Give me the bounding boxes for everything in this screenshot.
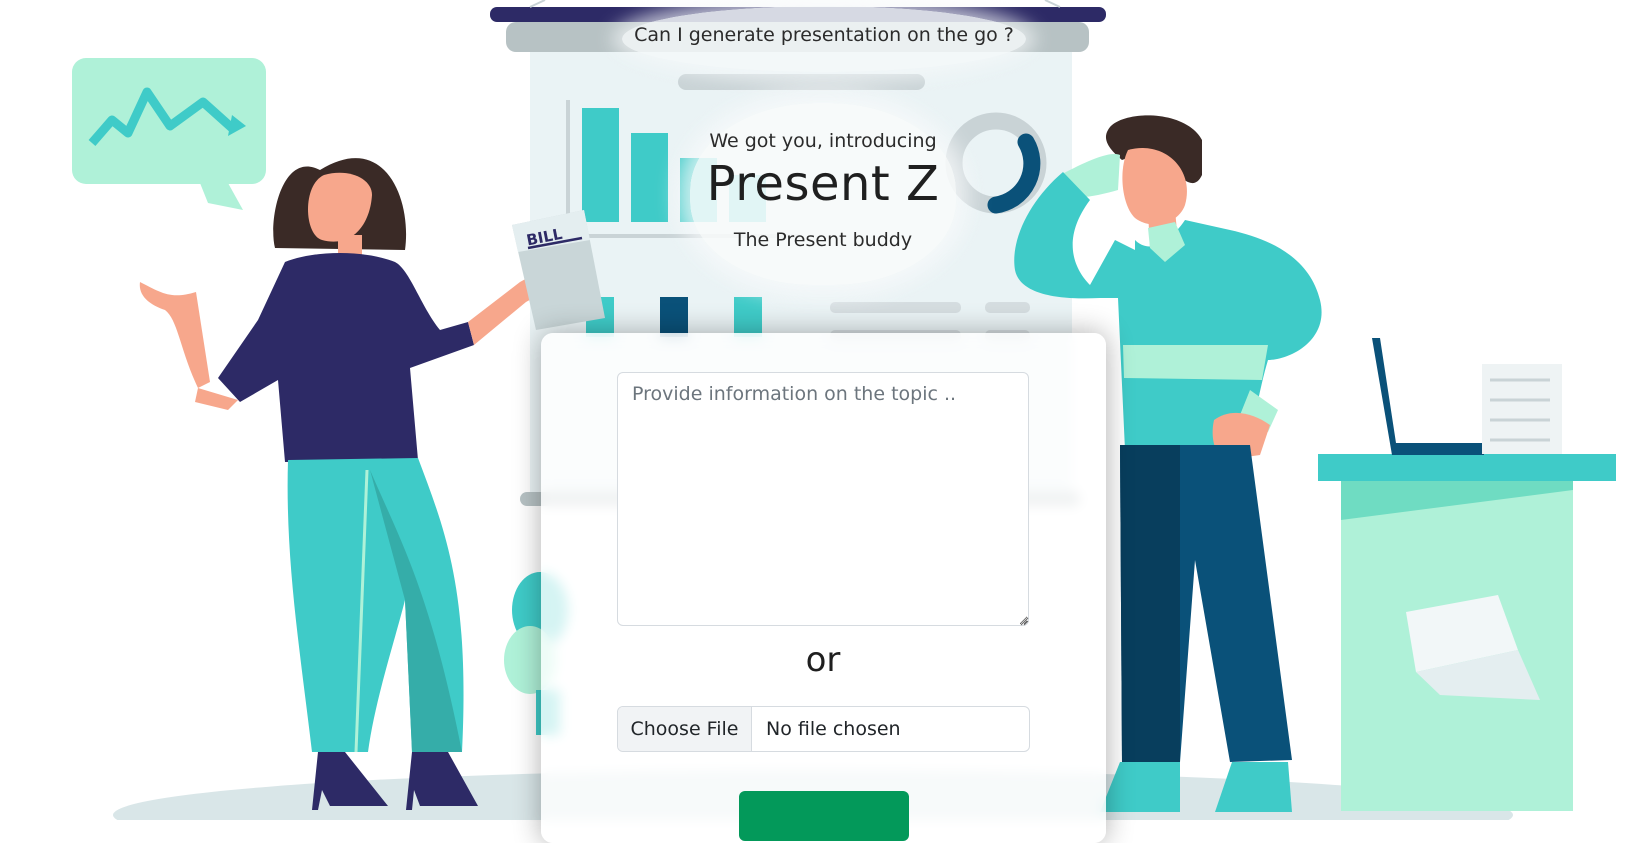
or-separator: or — [805, 640, 841, 680]
trend-speech-bubble — [72, 58, 266, 210]
app-title: Present Z — [706, 156, 940, 212]
app-subtitle: The Present buddy — [733, 229, 913, 251]
submit-button[interactable] — [739, 791, 909, 841]
hero-intro: We got you, introducing — [709, 130, 937, 152]
resize-grip-icon[interactable] — [1019, 616, 1029, 626]
woman-figure — [139, 158, 544, 810]
topic-textarea[interactable] — [617, 372, 1029, 626]
choose-file-button[interactable]: Choose File — [618, 707, 752, 751]
desk — [1318, 338, 1616, 811]
file-status-text: No file chosen — [766, 718, 901, 740]
question-text: Can I generate presentation on the go ? — [634, 24, 1014, 46]
file-upload-field[interactable]: Choose File No file chosen — [617, 706, 1030, 752]
